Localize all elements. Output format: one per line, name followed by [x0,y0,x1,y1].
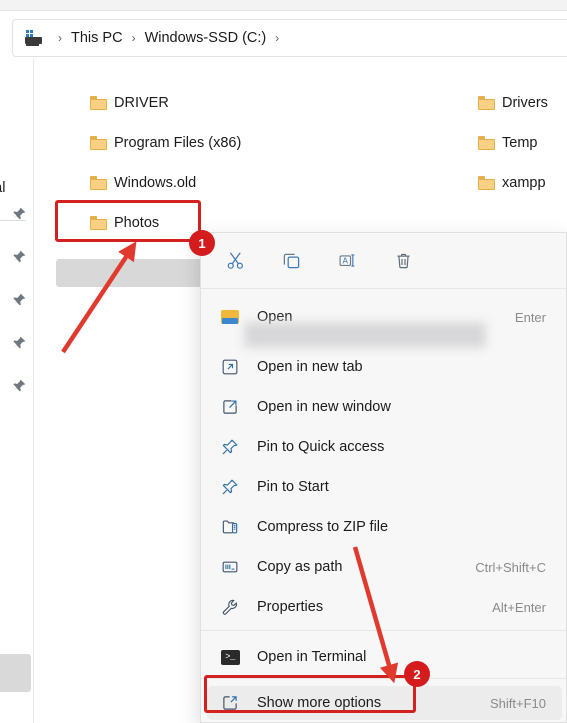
menu-item-compress-to-zip-file[interactable]: Compress to ZIP file [207,510,562,544]
menu-item-shortcut: Enter [514,309,546,325]
terminal-icon: >_ [219,647,241,667]
folder-icon [478,96,495,110]
menu-item-label: Properties [257,599,324,615]
nav-bottom-item[interactable] [0,654,31,692]
navigation-pane: onal [0,58,34,723]
file-item-drivers[interactable]: Drivers [478,88,548,118]
breadcrumb-separator-1: › [131,31,136,45]
file-item-label: Windows.old [114,175,197,191]
nav-pin-icon-2[interactable] [11,249,27,265]
nav-pin-icon-3[interactable] [11,292,27,308]
redacted-region [244,322,486,348]
menu-item-shortcut: Shift+F10 [489,695,546,711]
folder-icon [90,96,107,110]
nav-pin-icon-4[interactable] [11,335,27,351]
menu-item-label: Show more options [257,695,382,711]
menu-item-properties[interactable]: Properties Alt+Enter [207,590,562,624]
folder-icon [90,136,107,150]
file-item-windows-old[interactable]: Windows.old [90,168,196,198]
zip-icon [219,517,241,537]
open-new-window-icon [219,397,241,417]
menu-item-pin-to-quick-access[interactable]: Pin to Quick access [207,430,562,464]
breadcrumb-separator-0: › [58,31,62,45]
menu-item-shortcut: Alt+Enter [492,599,546,615]
menu-item-label: Pin to Start [257,479,329,495]
nav-pin-icon-5[interactable] [11,378,27,394]
address-bar[interactable]: › This PC › Windows-SSD (C:) › [12,19,567,57]
file-explorer-screenshot: › This PC › Windows-SSD (C:) › onal [0,0,567,723]
folder-icon [478,136,495,150]
toolbar-divider [201,288,566,289]
menu-item-show-more-options[interactable]: Show more options Shift+F10 [207,686,562,720]
file-item-photos[interactable]: Photos [90,208,159,238]
breadcrumb-separator-2[interactable]: › [275,31,279,45]
svg-text:A: A [342,256,348,265]
annotation-badge-2: 2 [404,661,430,687]
menu-item-label: Open in new window [257,399,391,415]
menu-item-label: Copy as path [257,559,343,575]
menu-item-pin-to-start[interactable]: Pin to Start [207,470,562,504]
folder-icon [90,176,107,190]
menu-item-label: Open in new tab [257,359,363,375]
menu-divider [201,630,566,631]
file-item-label: xampp [502,175,546,191]
file-item-label: Photos [114,215,160,231]
rename-button[interactable]: A [327,243,367,277]
menu-item-label: Pin to Quick access [257,439,385,455]
copy-path-icon [219,557,241,577]
annotation-badge-1: 1 [189,230,215,256]
nav-truncated-label: onal [0,180,6,196]
pin-icon [219,437,241,457]
file-item-temp[interactable]: Temp [478,128,537,158]
menu-item-label: Open in Terminal [257,649,367,665]
open-folder-icon [219,307,241,327]
folder-icon [90,216,107,230]
menu-item-label: Compress to ZIP file [257,519,389,535]
wrench-icon [219,597,241,617]
menu-item-open-in-new-window[interactable]: Open in new window [207,390,562,424]
menu-item-open-in-terminal[interactable]: >_ Open in Terminal [207,640,562,674]
context-menu-toolbar: A [201,233,566,287]
window-top-strip [0,0,567,11]
breadcrumb-item-windows-ssd[interactable]: Windows-SSD (C:) [145,30,267,46]
file-item-driver[interactable]: DRIVER [90,88,169,118]
menu-divider-bottom [201,678,566,679]
context-menu: A Open Enter Open in new tab Open in new… [200,232,567,723]
this-pc-icon [25,30,43,46]
menu-item-open-in-new-tab[interactable]: Open in new tab [207,350,562,384]
file-item-label: Drivers [502,95,548,111]
folder-icon [478,176,495,190]
file-item-program-files-x86[interactable]: Program Files (x86) [90,128,241,158]
file-item-label: DRIVER [114,95,169,111]
file-item-xampp[interactable]: xampp [478,168,546,198]
file-item-label: Program Files (x86) [114,135,242,151]
copy-button[interactable] [271,243,311,277]
cut-button[interactable] [215,243,255,277]
open-new-tab-icon [219,357,241,377]
breadcrumb-item-this-pc[interactable]: This PC [71,30,123,46]
nav-pin-icon-1[interactable] [11,206,27,222]
show-more-icon [219,693,241,713]
file-item-label: Temp [502,135,538,151]
menu-item-copy-as-path[interactable]: Copy as path Ctrl+Shift+C [207,550,562,584]
menu-item-shortcut: Ctrl+Shift+C [475,559,546,575]
delete-button[interactable] [383,243,423,277]
pin-icon [219,477,241,497]
